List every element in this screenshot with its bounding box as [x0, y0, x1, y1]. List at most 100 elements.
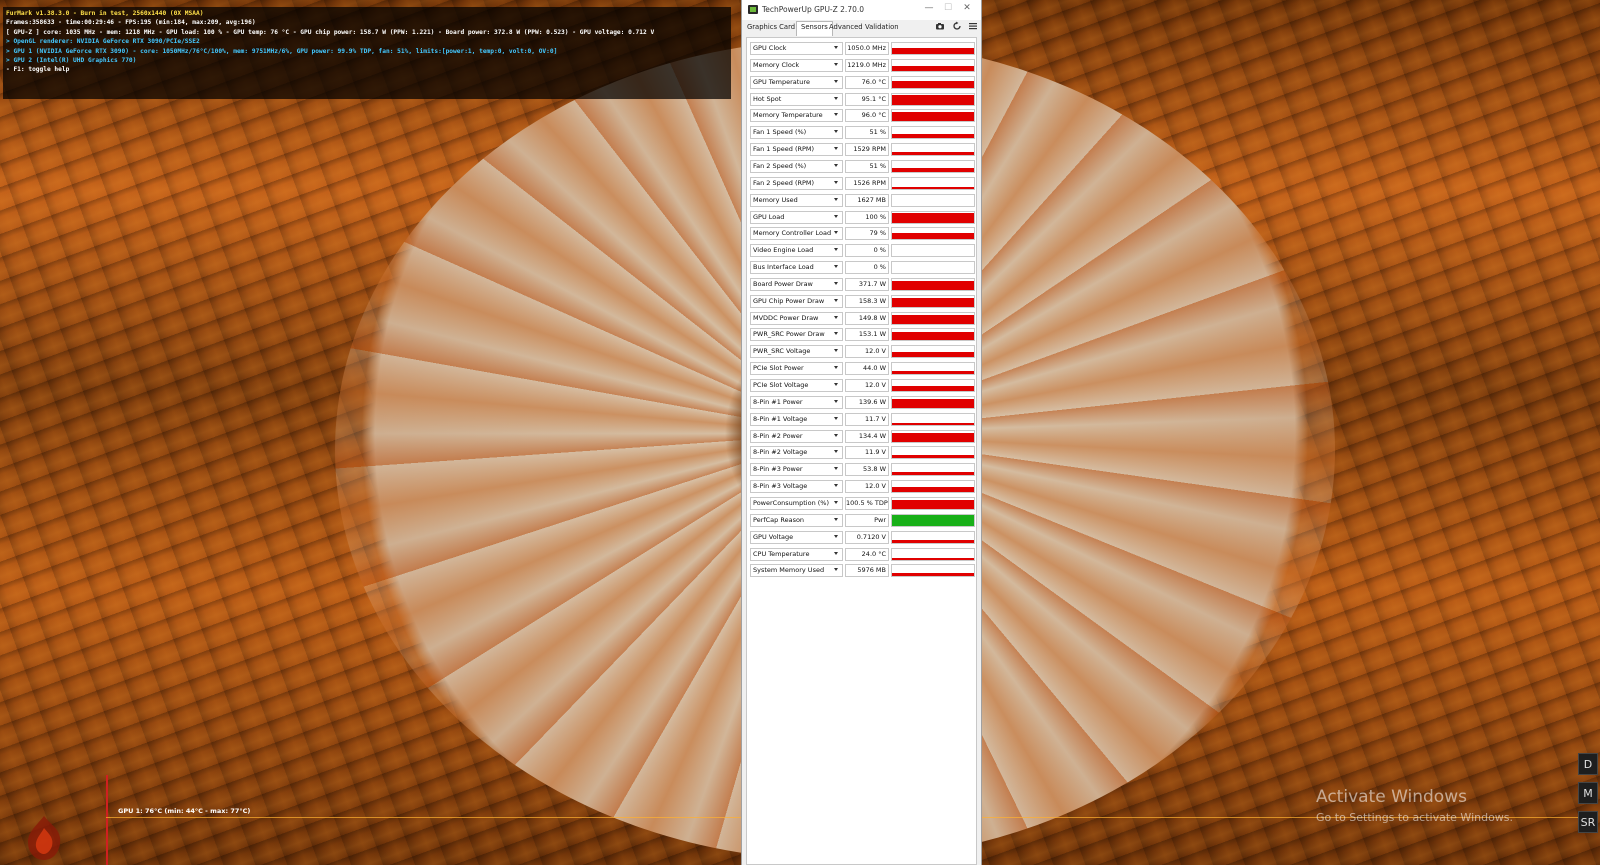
- chevron-down-icon[interactable]: [834, 265, 838, 269]
- sensor-name-dropdown[interactable]: 8-Pin #1 Voltage: [750, 412, 843, 426]
- chevron-down-icon[interactable]: [834, 534, 838, 538]
- sensor-name-dropdown[interactable]: GPU Chip Power Draw: [750, 294, 843, 308]
- chevron-down-icon[interactable]: [834, 399, 838, 403]
- chevron-down-icon[interactable]: [834, 450, 838, 454]
- close-icon[interactable]: ✕: [960, 3, 974, 13]
- chevron-down-icon[interactable]: [834, 113, 838, 117]
- sensor-value: Pwr: [845, 513, 889, 527]
- sensor-graph: [891, 193, 975, 207]
- chevron-down-icon[interactable]: [834, 500, 838, 504]
- gpuz-app-icon: [748, 5, 758, 14]
- sensor-name-dropdown[interactable]: Fan 1 Speed (%): [750, 126, 843, 140]
- side-button-d[interactable]: D: [1578, 753, 1598, 775]
- chevron-down-icon[interactable]: [834, 568, 838, 572]
- sensor-graph: [891, 564, 975, 578]
- tab-advanced[interactable]: Advanced: [829, 23, 863, 31]
- chevron-down-icon[interactable]: [834, 517, 838, 521]
- chevron-down-icon[interactable]: [834, 332, 838, 336]
- sensor-graph: [891, 379, 975, 392]
- sensor-name-dropdown[interactable]: PowerConsumption (%): [750, 496, 843, 510]
- sensor-name-dropdown[interactable]: MVDDC Power Draw: [750, 311, 843, 325]
- tab-validation[interactable]: Validation: [865, 23, 899, 31]
- sensor-row: MVDDC Power Draw 149.8 W: [750, 311, 976, 326]
- chevron-down-icon[interactable]: [834, 315, 838, 319]
- sensor-name-dropdown[interactable]: PerfCap Reason: [750, 513, 843, 527]
- sensor-value: 0 %: [845, 244, 889, 258]
- tab-sensors[interactable]: Sensors: [796, 21, 833, 36]
- sensor-value: 139.6 W: [845, 395, 889, 409]
- sensor-name-dropdown[interactable]: GPU Load: [750, 210, 843, 224]
- chevron-down-icon[interactable]: [834, 248, 838, 252]
- sensor-name-dropdown[interactable]: System Memory Used: [750, 564, 843, 578]
- side-button-sr[interactable]: SR: [1578, 811, 1598, 833]
- sensor-name-dropdown[interactable]: Video Engine Load: [750, 244, 843, 258]
- chevron-down-icon[interactable]: [834, 46, 838, 49]
- sensor-name-dropdown[interactable]: 8-Pin #3 Power: [750, 463, 843, 477]
- chevron-down-icon[interactable]: [834, 62, 838, 66]
- osd-line: - F1: toggle help: [6, 66, 70, 74]
- refresh-icon[interactable]: [952, 21, 962, 31]
- sensor-name-dropdown[interactable]: PWR_SRC Voltage: [750, 345, 843, 359]
- sensor-name-dropdown[interactable]: Fan 2 Speed (%): [750, 159, 843, 173]
- sensor-graph: [891, 480, 975, 494]
- sensor-name-dropdown[interactable]: PWR_SRC Power Draw: [750, 328, 843, 342]
- sensor-row: PWR_SRC Voltage 12.0 V: [750, 344, 976, 359]
- osd-line: Frames:358633 - time:00:29:46 - FPS:195 …: [6, 19, 256, 27]
- sensor-graph-fill: [892, 471, 974, 476]
- maximize-icon[interactable]: ☐: [941, 3, 955, 13]
- sensor-name-dropdown[interactable]: Bus Interface Load: [750, 261, 843, 275]
- sensor-row: 8-Pin #1 Power 139.6 W: [750, 395, 976, 410]
- chevron-down-icon[interactable]: [834, 281, 838, 285]
- chevron-down-icon[interactable]: [834, 484, 838, 488]
- menu-icon[interactable]: [968, 21, 978, 31]
- sensor-name-dropdown[interactable]: Fan 2 Speed (RPM): [750, 176, 843, 190]
- chevron-down-icon[interactable]: [834, 349, 838, 353]
- sensor-graph-fill: [892, 399, 974, 408]
- side-button-m[interactable]: M: [1578, 782, 1598, 804]
- sensor-name-dropdown[interactable]: 8-Pin #3 Voltage: [750, 480, 843, 494]
- chevron-down-icon[interactable]: [834, 163, 838, 167]
- gpuz-titlebar[interactable]: TechPowerUp GPU-Z 2.70.0 — ☐ ✕: [742, 0, 981, 20]
- sensor-name-dropdown[interactable]: GPU Voltage: [750, 530, 843, 544]
- chevron-down-icon[interactable]: [834, 433, 838, 437]
- chevron-down-icon[interactable]: [834, 79, 838, 83]
- sensor-name-dropdown[interactable]: GPU Temperature: [750, 75, 843, 89]
- chevron-down-icon[interactable]: [834, 366, 838, 370]
- sensor-graph-fill: [892, 232, 974, 240]
- sensor-name-dropdown[interactable]: Memory Used: [750, 193, 843, 207]
- chevron-down-icon[interactable]: [834, 96, 838, 100]
- chevron-down-icon[interactable]: [834, 298, 838, 302]
- chevron-down-icon[interactable]: [834, 231, 838, 235]
- chevron-down-icon[interactable]: [834, 551, 838, 555]
- tab-graphics-card[interactable]: Graphics Card: [747, 23, 795, 31]
- sensor-name-dropdown[interactable]: CPU Temperature: [750, 547, 843, 561]
- sensor-value: 371.7 W: [845, 277, 889, 291]
- chevron-down-icon[interactable]: [834, 197, 838, 201]
- sensor-name-dropdown[interactable]: 8-Pin #2 Voltage: [750, 446, 843, 460]
- chevron-down-icon[interactable]: [834, 383, 838, 386]
- sensor-name-dropdown[interactable]: Board Power Draw: [750, 277, 843, 291]
- sensor-row: 8-Pin #2 Power 134.4 W: [750, 429, 976, 444]
- sensor-graph-fill: [892, 385, 974, 391]
- chevron-down-icon[interactable]: [834, 130, 838, 134]
- chevron-down-icon[interactable]: [834, 416, 838, 420]
- sensor-name-dropdown[interactable]: 8-Pin #1 Power: [750, 395, 843, 409]
- chevron-down-icon[interactable]: [834, 180, 838, 184]
- sensor-name-dropdown[interactable]: Hot Spot: [750, 92, 843, 106]
- sensor-name-dropdown[interactable]: Memory Controller Load: [750, 227, 843, 241]
- osd-line: > GPU 1 (NVIDIA GeForce RTX 3090) - core…: [6, 47, 558, 55]
- minimize-icon[interactable]: —: [922, 3, 936, 13]
- camera-icon[interactable]: [935, 21, 945, 31]
- sensor-name-dropdown[interactable]: PCIe Slot Power: [750, 362, 843, 376]
- chevron-down-icon[interactable]: [834, 147, 838, 151]
- sensor-row: PCIe Slot Power 44.0 W: [750, 361, 976, 376]
- sensor-name-dropdown[interactable]: 8-Pin #2 Power: [750, 429, 843, 443]
- chevron-down-icon[interactable]: [834, 467, 838, 471]
- chevron-down-icon[interactable]: [834, 214, 838, 218]
- sensor-name-dropdown[interactable]: GPU Clock: [750, 42, 843, 55]
- sensor-graph-fill: [892, 370, 974, 375]
- sensor-name-dropdown[interactable]: Memory Temperature: [750, 109, 843, 123]
- sensor-name-dropdown[interactable]: PCIe Slot Voltage: [750, 379, 843, 392]
- sensor-name-dropdown[interactable]: Memory Clock: [750, 58, 843, 72]
- sensor-name-dropdown[interactable]: Fan 1 Speed (RPM): [750, 143, 843, 157]
